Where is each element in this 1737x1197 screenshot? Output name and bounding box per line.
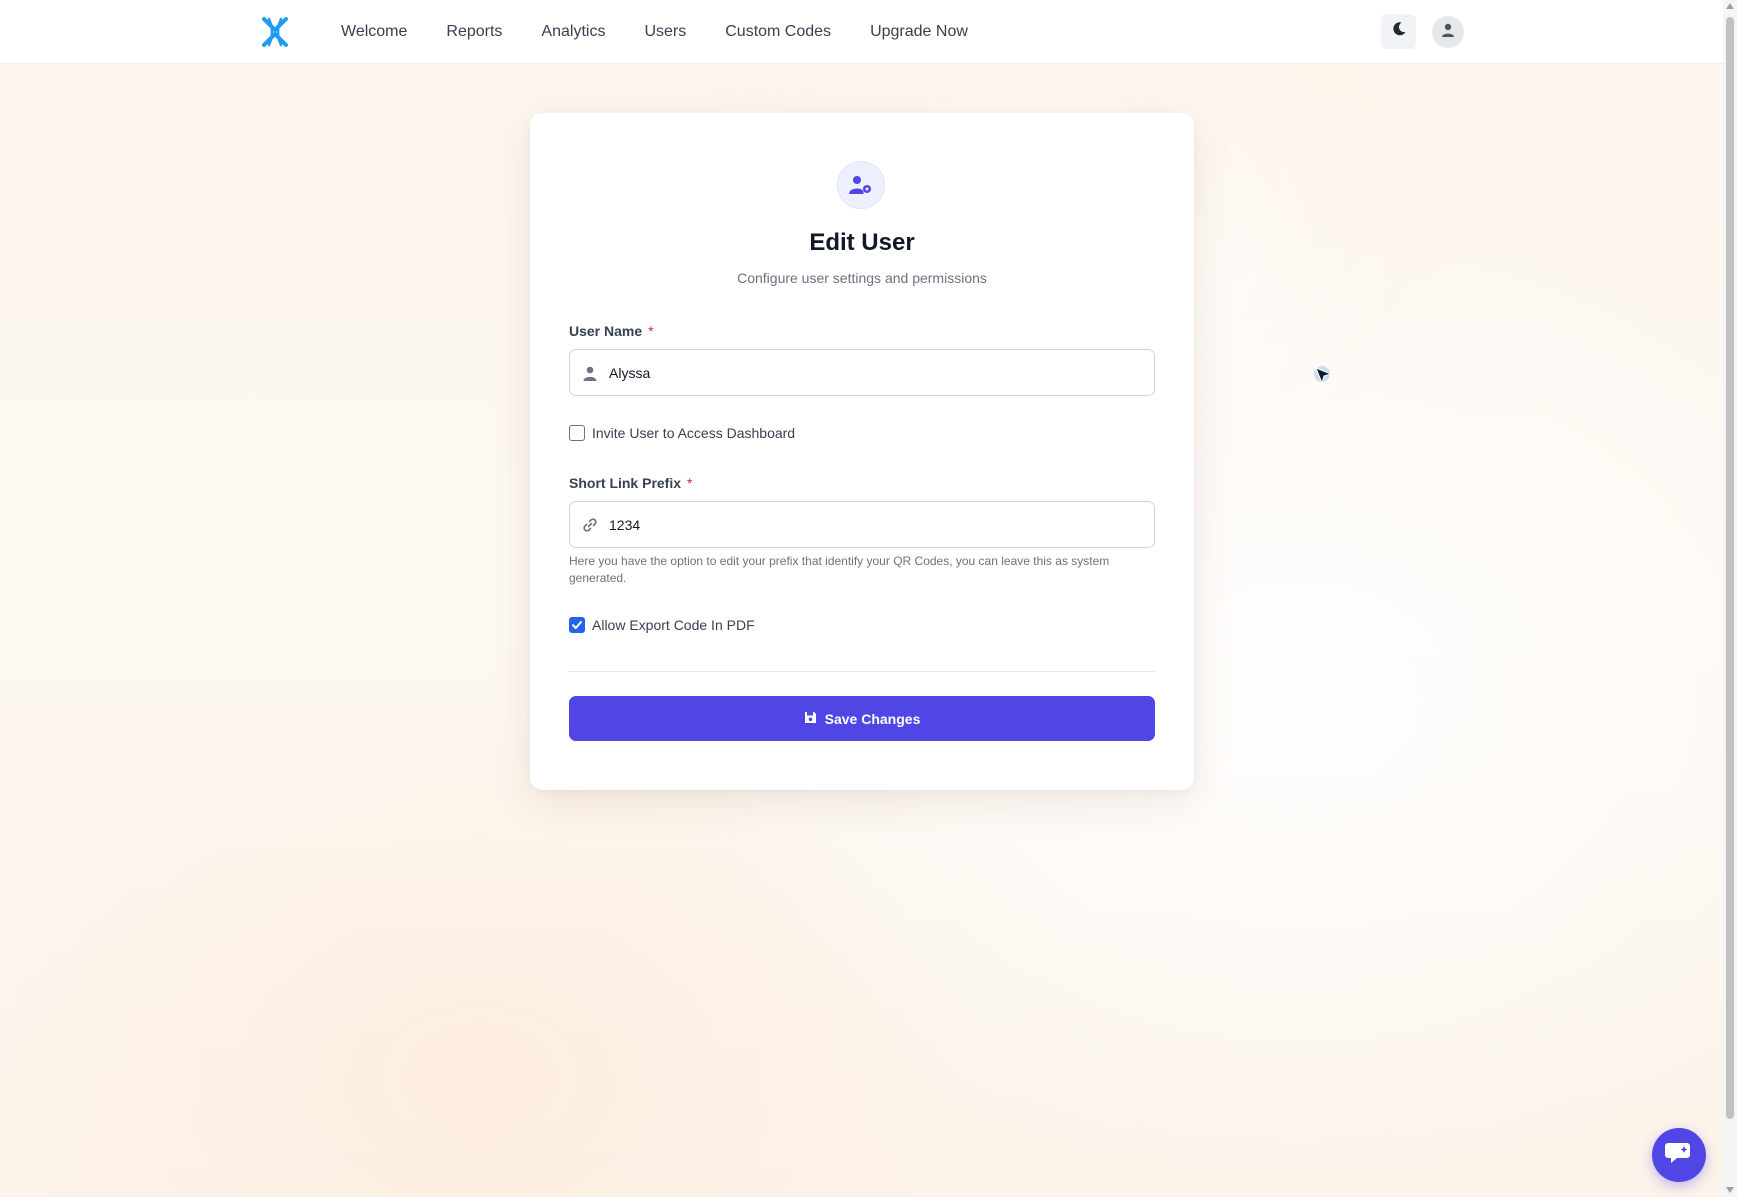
save-changes-button[interactable]: Save Changes (569, 696, 1155, 741)
page-scrollbar[interactable] (1723, 0, 1737, 1197)
x-logo-icon[interactable] (260, 16, 290, 48)
form-divider (569, 671, 1155, 672)
scroll-down-icon[interactable] (1726, 1187, 1734, 1193)
save-icon (804, 711, 817, 727)
invite-user-row: Invite User to Access Dashboard (569, 425, 795, 441)
user-icon (1440, 22, 1456, 43)
nav-analytics[interactable]: Analytics (541, 23, 605, 41)
user-menu-button[interactable] (1432, 16, 1464, 48)
required-mark: * (687, 475, 693, 491)
link-icon (581, 516, 599, 534)
invite-user-label[interactable]: Invite User to Access Dashboard (592, 425, 795, 441)
allow-export-checkbox[interactable] (569, 617, 585, 633)
allow-export-row: Allow Export Code In PDF (569, 617, 755, 633)
main-nav: Welcome Reports Analytics Users Custom C… (341, 0, 1007, 64)
chat-icon (1665, 1140, 1693, 1171)
user-name-label: User Name * (569, 323, 654, 339)
edit-user-card: Edit User Configure user settings and pe… (530, 113, 1194, 790)
nav-custom-codes[interactable]: Custom Codes (725, 23, 831, 41)
user-name-input[interactable] (609, 350, 1149, 395)
top-navbar: Welcome Reports Analytics Users Custom C… (0, 0, 1723, 64)
short-link-prefix-help: Here you have the option to edit your pr… (569, 554, 1110, 585)
scrollbar-thumb[interactable] (1726, 17, 1734, 1119)
allow-export-label[interactable]: Allow Export Code In PDF (592, 617, 755, 633)
user-gear-icon (837, 161, 885, 209)
chat-button[interactable] (1652, 1128, 1706, 1182)
scroll-up-icon[interactable] (1726, 3, 1734, 9)
nav-reports[interactable]: Reports (446, 23, 502, 41)
moon-icon (1391, 21, 1407, 42)
nav-upgrade-now[interactable]: Upgrade Now (870, 23, 968, 41)
nav-users[interactable]: Users (644, 23, 686, 41)
user-name-field[interactable] (569, 349, 1155, 396)
theme-toggle-button[interactable] (1381, 14, 1416, 49)
required-mark: * (648, 323, 654, 339)
nav-welcome[interactable]: Welcome (341, 23, 407, 41)
user-name-label-text: User Name (569, 323, 643, 339)
short-link-prefix-label-text: Short Link Prefix (569, 475, 682, 491)
page-subtitle: Configure user settings and permissions (737, 270, 987, 286)
short-link-prefix-field[interactable] (569, 501, 1155, 548)
mouse-cursor-icon (1313, 365, 1335, 392)
short-link-prefix-label: Short Link Prefix * (569, 475, 692, 491)
save-changes-label: Save Changes (824, 710, 921, 727)
user-icon (581, 364, 599, 382)
page-title: Edit User (809, 229, 915, 256)
short-link-prefix-input[interactable] (609, 502, 1149, 547)
invite-user-checkbox[interactable] (569, 425, 585, 441)
